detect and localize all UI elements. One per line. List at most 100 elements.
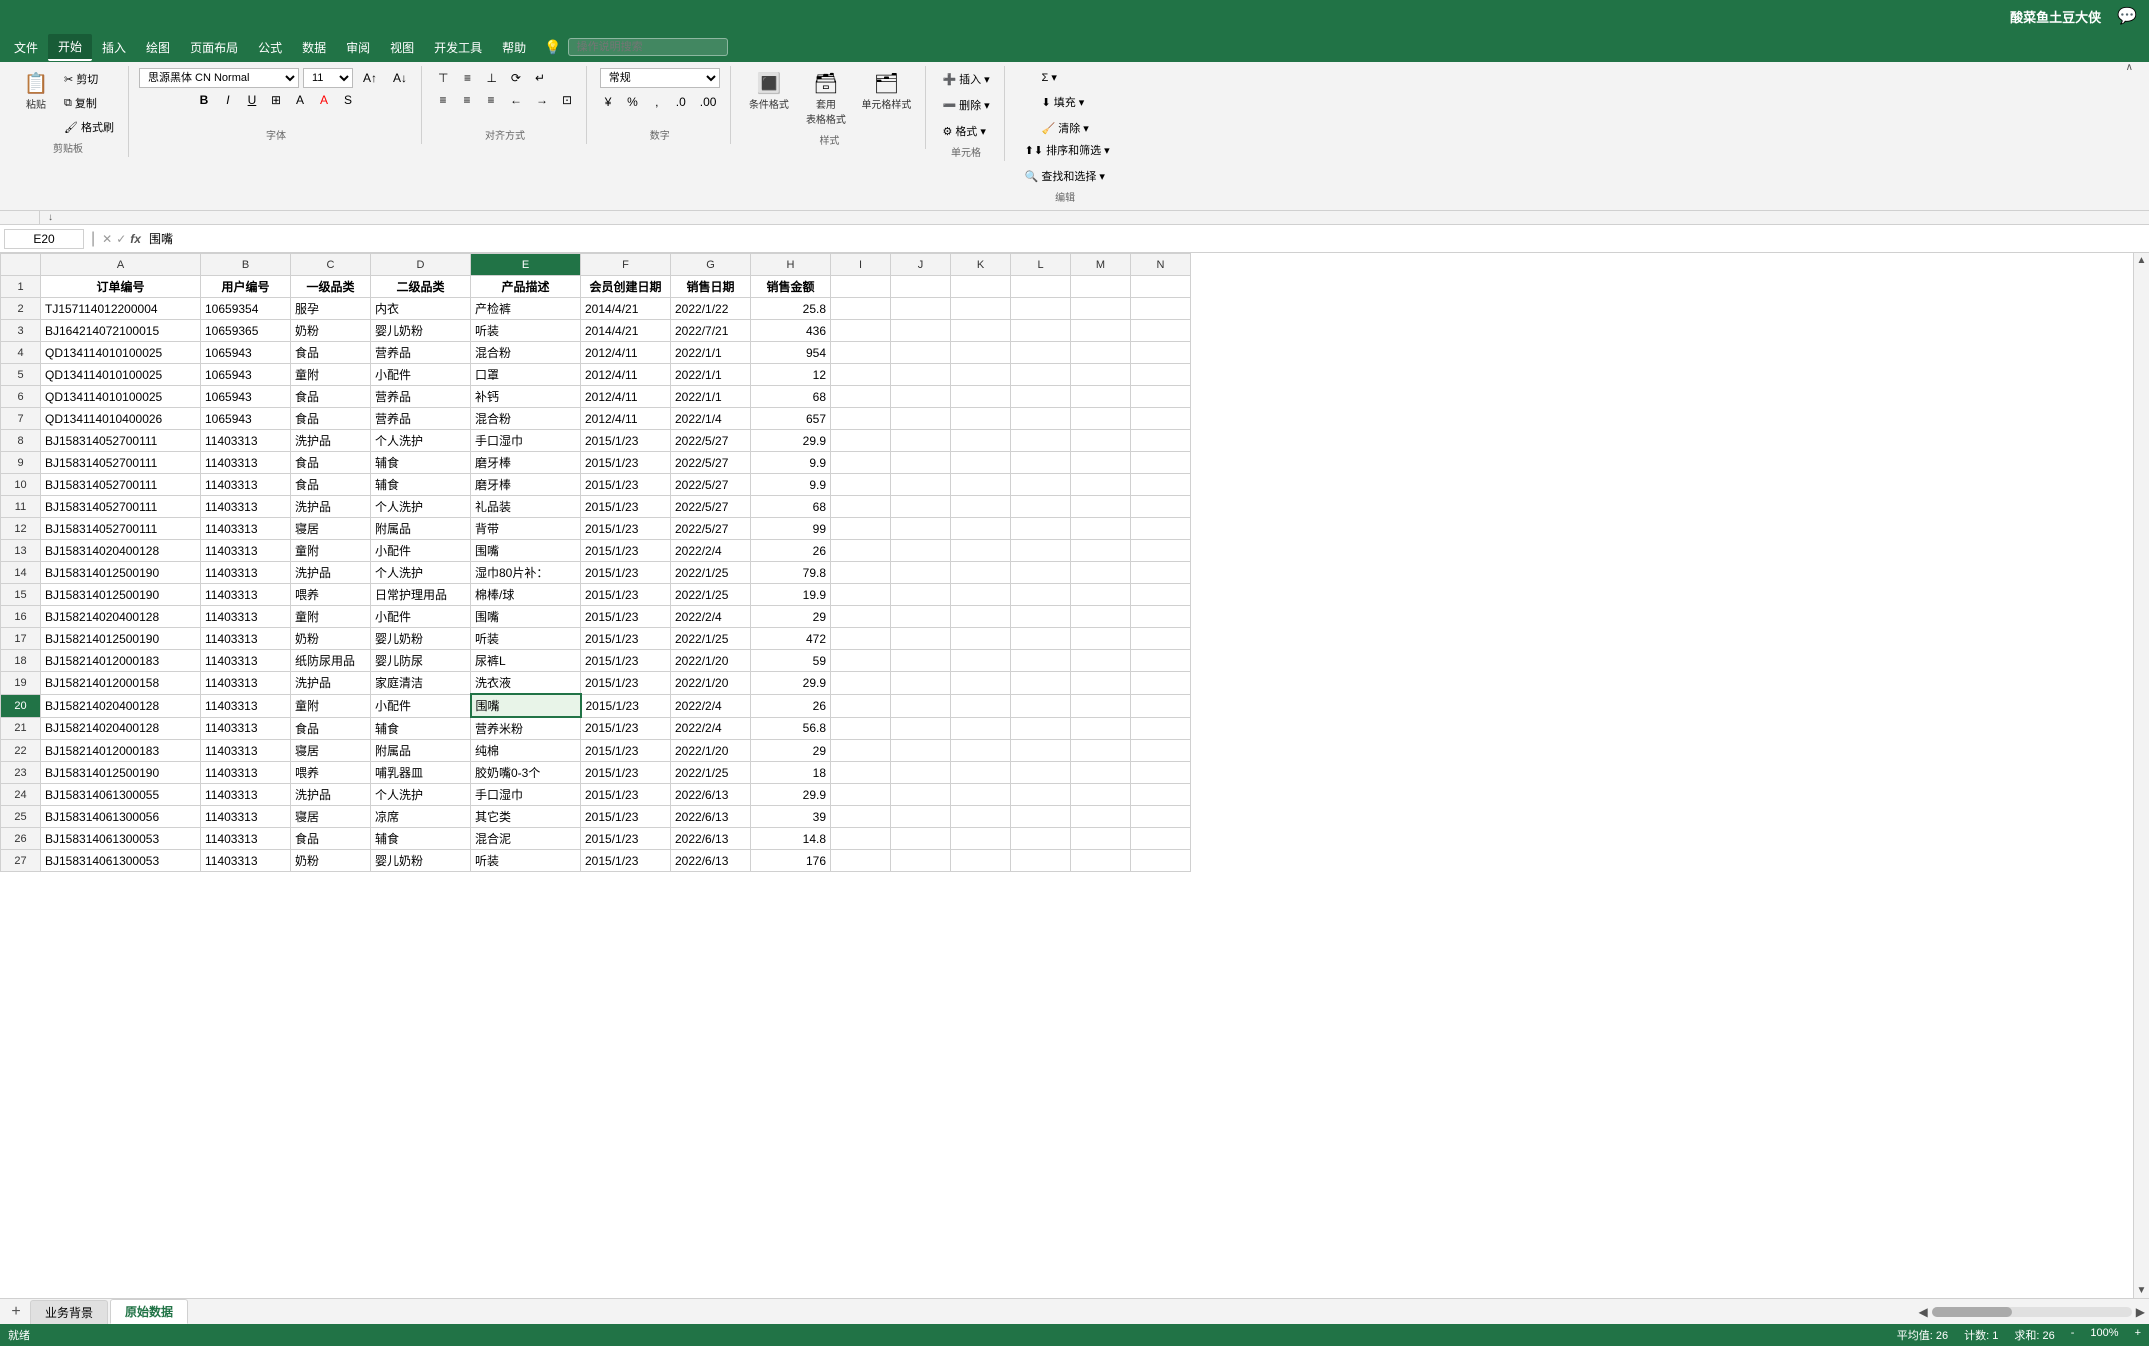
cell-K23[interactable] — [951, 762, 1011, 784]
cell-B23[interactable]: 11403313 — [201, 762, 291, 784]
cell-C6[interactable]: 食品 — [291, 386, 371, 408]
cell-B13[interactable]: 11403313 — [201, 540, 291, 562]
cell-A17[interactable]: BJ158214012500190 — [41, 628, 201, 650]
cell-I19[interactable] — [831, 672, 891, 695]
cell-D9[interactable]: 辅食 — [371, 452, 471, 474]
cell-A22[interactable]: BJ158214012000183 — [41, 740, 201, 762]
cell-E11[interactable]: 礼品装 — [471, 496, 581, 518]
header-col-d[interactable]: 二级品类 — [371, 276, 471, 298]
cell-L15[interactable] — [1011, 584, 1071, 606]
cell-J11[interactable] — [891, 496, 951, 518]
row-number-15[interactable]: 15 — [1, 584, 41, 606]
cell-I8[interactable] — [831, 430, 891, 452]
cell-D14[interactable]: 个人洗护 — [371, 562, 471, 584]
cell-I5[interactable] — [831, 364, 891, 386]
cell-B18[interactable]: 11403313 — [201, 650, 291, 672]
cell-L25[interactable] — [1011, 806, 1071, 828]
cell-N3[interactable] — [1131, 320, 1191, 342]
number-format-select[interactable]: 常规 数字 货币 短日期 — [600, 68, 720, 88]
cell-H5[interactable]: 12 — [751, 364, 831, 386]
cell-D21[interactable]: 辅食 — [371, 717, 471, 740]
cell-G8[interactable]: 2022/5/27 — [671, 430, 751, 452]
tab-business-background[interactable]: 业务背景 — [30, 1300, 108, 1324]
row-number-12[interactable]: 12 — [1, 518, 41, 540]
font-size-select[interactable]: 11 10 12 14 — [303, 68, 353, 88]
cell-C8[interactable]: 洗护品 — [291, 430, 371, 452]
cell-H18[interactable]: 59 — [751, 650, 831, 672]
formula-input[interactable] — [145, 230, 2145, 248]
cell-M5[interactable] — [1071, 364, 1131, 386]
cell-D26[interactable]: 辅食 — [371, 828, 471, 850]
cell-K10[interactable] — [951, 474, 1011, 496]
cell-J27[interactable] — [891, 850, 951, 872]
row-number-9[interactable]: 9 — [1, 452, 41, 474]
menu-home[interactable]: 开始 — [48, 34, 92, 61]
cell-D20[interactable]: 小配件 — [371, 694, 471, 717]
scroll-down-arrow[interactable]: ▼ — [2137, 1285, 2147, 1296]
cell-I24[interactable] — [831, 784, 891, 806]
row-number-2[interactable]: 2 — [1, 298, 41, 320]
cell-G4[interactable]: 2022/1/1 — [671, 342, 751, 364]
cell-H25[interactable]: 39 — [751, 806, 831, 828]
cell-A11[interactable]: BJ158314052700111 — [41, 496, 201, 518]
cell-E20[interactable]: 围嘴 — [471, 694, 581, 717]
cell-B12[interactable]: 11403313 — [201, 518, 291, 540]
cell-G6[interactable]: 2022/1/1 — [671, 386, 751, 408]
cell-J4[interactable] — [891, 342, 951, 364]
cell-M15[interactable] — [1071, 584, 1131, 606]
cell-K24[interactable] — [951, 784, 1011, 806]
cell-L10[interactable] — [1011, 474, 1071, 496]
zoom-out-button[interactable]: - — [2071, 1327, 2075, 1343]
cell-K21[interactable] — [951, 717, 1011, 740]
cell-B19[interactable]: 11403313 — [201, 672, 291, 695]
cell-N17[interactable] — [1131, 628, 1191, 650]
col-header-f[interactable]: F — [581, 254, 671, 276]
cell-N7[interactable] — [1131, 408, 1191, 430]
col-header-b[interactable]: B — [201, 254, 291, 276]
table-format-button[interactable]: 🗃 套用 表格格式 — [798, 68, 853, 130]
cell-H27[interactable]: 176 — [751, 850, 831, 872]
cell-D27[interactable]: 婴儿奶粉 — [371, 850, 471, 872]
cell-I7[interactable] — [831, 408, 891, 430]
cell-J12[interactable] — [891, 518, 951, 540]
col-header-c[interactable]: C — [291, 254, 371, 276]
cell-J3[interactable] — [891, 320, 951, 342]
cell-G15[interactable]: 2022/1/25 — [671, 584, 751, 606]
bottom-align-button[interactable]: ⊥ — [480, 68, 502, 88]
cell-K14[interactable] — [951, 562, 1011, 584]
header-col-i[interactable] — [831, 276, 891, 298]
cell-N4[interactable] — [1131, 342, 1191, 364]
cell-I14[interactable] — [831, 562, 891, 584]
cell-K7[interactable] — [951, 408, 1011, 430]
cell-A14[interactable]: BJ158314012500190 — [41, 562, 201, 584]
cell-F11[interactable]: 2015/1/23 — [581, 496, 671, 518]
cell-J16[interactable] — [891, 606, 951, 628]
cell-L26[interactable] — [1011, 828, 1071, 850]
cell-D24[interactable]: 个人洗护 — [371, 784, 471, 806]
cell-F14[interactable]: 2015/1/23 — [581, 562, 671, 584]
cell-reference-box[interactable] — [4, 229, 84, 249]
cell-A23[interactable]: BJ158314012500190 — [41, 762, 201, 784]
cell-D7[interactable]: 营养品 — [371, 408, 471, 430]
cell-A15[interactable]: BJ158314012500190 — [41, 584, 201, 606]
cell-D5[interactable]: 小配件 — [371, 364, 471, 386]
cell-L13[interactable] — [1011, 540, 1071, 562]
cell-E8[interactable]: 手口湿巾 — [471, 430, 581, 452]
cell-I2[interactable] — [831, 298, 891, 320]
cell-B14[interactable]: 11403313 — [201, 562, 291, 584]
cell-M3[interactable] — [1071, 320, 1131, 342]
cell-I11[interactable] — [831, 496, 891, 518]
row-number-11[interactable]: 11 — [1, 496, 41, 518]
cell-J26[interactable] — [891, 828, 951, 850]
row-number-6[interactable]: 6 — [1, 386, 41, 408]
row-number-5[interactable]: 5 — [1, 364, 41, 386]
cell-K12[interactable] — [951, 518, 1011, 540]
cell-K13[interactable] — [951, 540, 1011, 562]
scroll-up-arrow[interactable]: ▲ — [2137, 255, 2147, 266]
cell-N6[interactable] — [1131, 386, 1191, 408]
cell-L17[interactable] — [1011, 628, 1071, 650]
cell-F25[interactable]: 2015/1/23 — [581, 806, 671, 828]
row-number-24[interactable]: 24 — [1, 784, 41, 806]
cell-J19[interactable] — [891, 672, 951, 695]
cell-J6[interactable] — [891, 386, 951, 408]
